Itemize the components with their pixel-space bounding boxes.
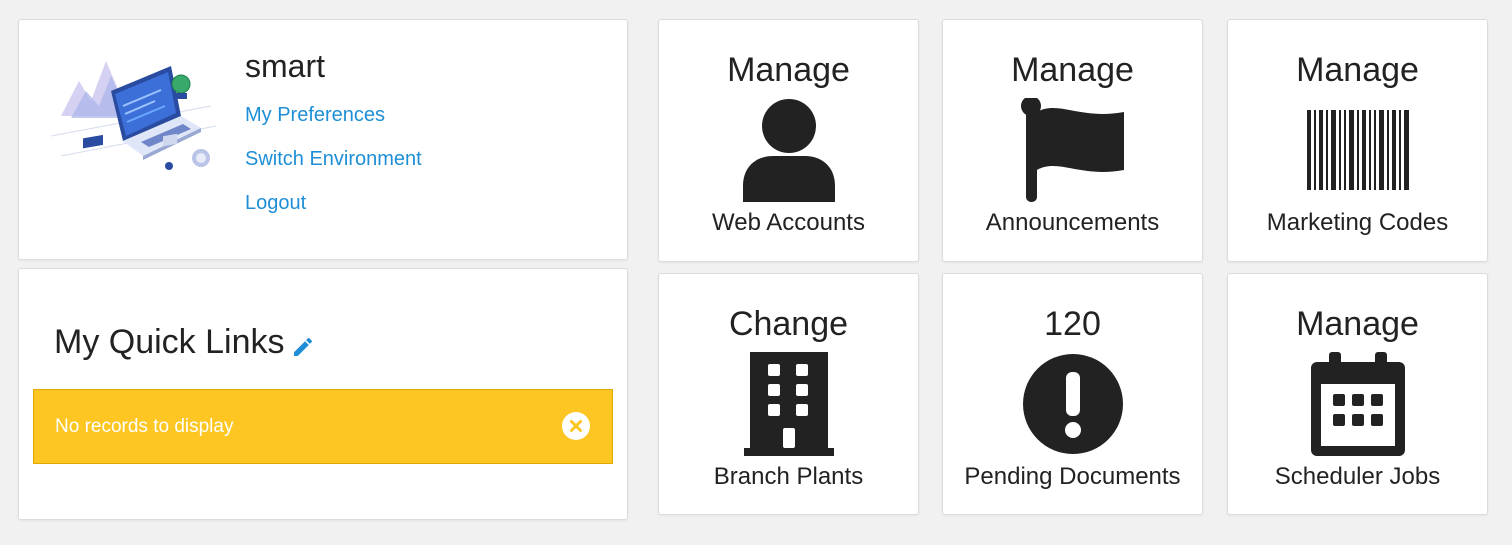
calendar-icon [1310,352,1405,456]
tile-action-label: Manage [1296,51,1419,89]
my-preferences-link[interactable]: My Preferences [245,104,385,127]
pending-documents-count: 120 [1044,305,1101,343]
profile-card: smart My Preferences Switch Environment … [18,19,628,260]
exclamation-circle-icon [1022,354,1123,454]
close-circle-icon[interactable] [561,411,591,441]
tile-title: Marketing Codes [1266,209,1449,236]
web-accounts-tile[interactable]: Manage Web Accounts [658,19,919,262]
branch-plants-tile[interactable]: Change Branch Plants [658,273,919,515]
pending-documents-tile[interactable]: 120 Pending Documents [942,273,1203,515]
marketing-codes-tile[interactable]: Manage Marketing Codes [1227,19,1488,262]
flag-icon [1020,98,1124,202]
logout-link[interactable]: Logout [245,192,306,215]
no-records-message: No records to display [55,416,234,437]
pencil-icon[interactable] [291,335,315,359]
announcements-tile[interactable]: Manage Announcements [942,19,1203,262]
no-records-banner: No records to display [33,389,613,464]
barcode-icon [1306,110,1409,190]
tile-action-label: Manage [1296,305,1419,343]
username: smart [245,48,325,84]
user-icon [742,99,835,202]
quick-links-title: My Quick Links [54,323,285,361]
tile-title: Scheduler Jobs [1274,463,1441,490]
tile-action-label: Change [728,305,849,343]
tile-title: Branch Plants [713,463,864,490]
tile-action-label: Manage [727,51,850,89]
building-icon [743,352,834,456]
quick-links-card: My Quick Links No records to display [18,268,628,520]
tile-action-label: Manage [1011,51,1134,89]
switch-environment-link[interactable]: Switch Environment [245,148,422,171]
laptop-dashboard-illustration-icon [51,61,217,170]
tile-title: Web Accounts [712,209,865,236]
tile-title: Announcements [985,209,1160,236]
scheduler-jobs-tile[interactable]: Manage Scheduler Jobs [1227,273,1488,515]
tile-title: Pending Documents [964,463,1181,490]
